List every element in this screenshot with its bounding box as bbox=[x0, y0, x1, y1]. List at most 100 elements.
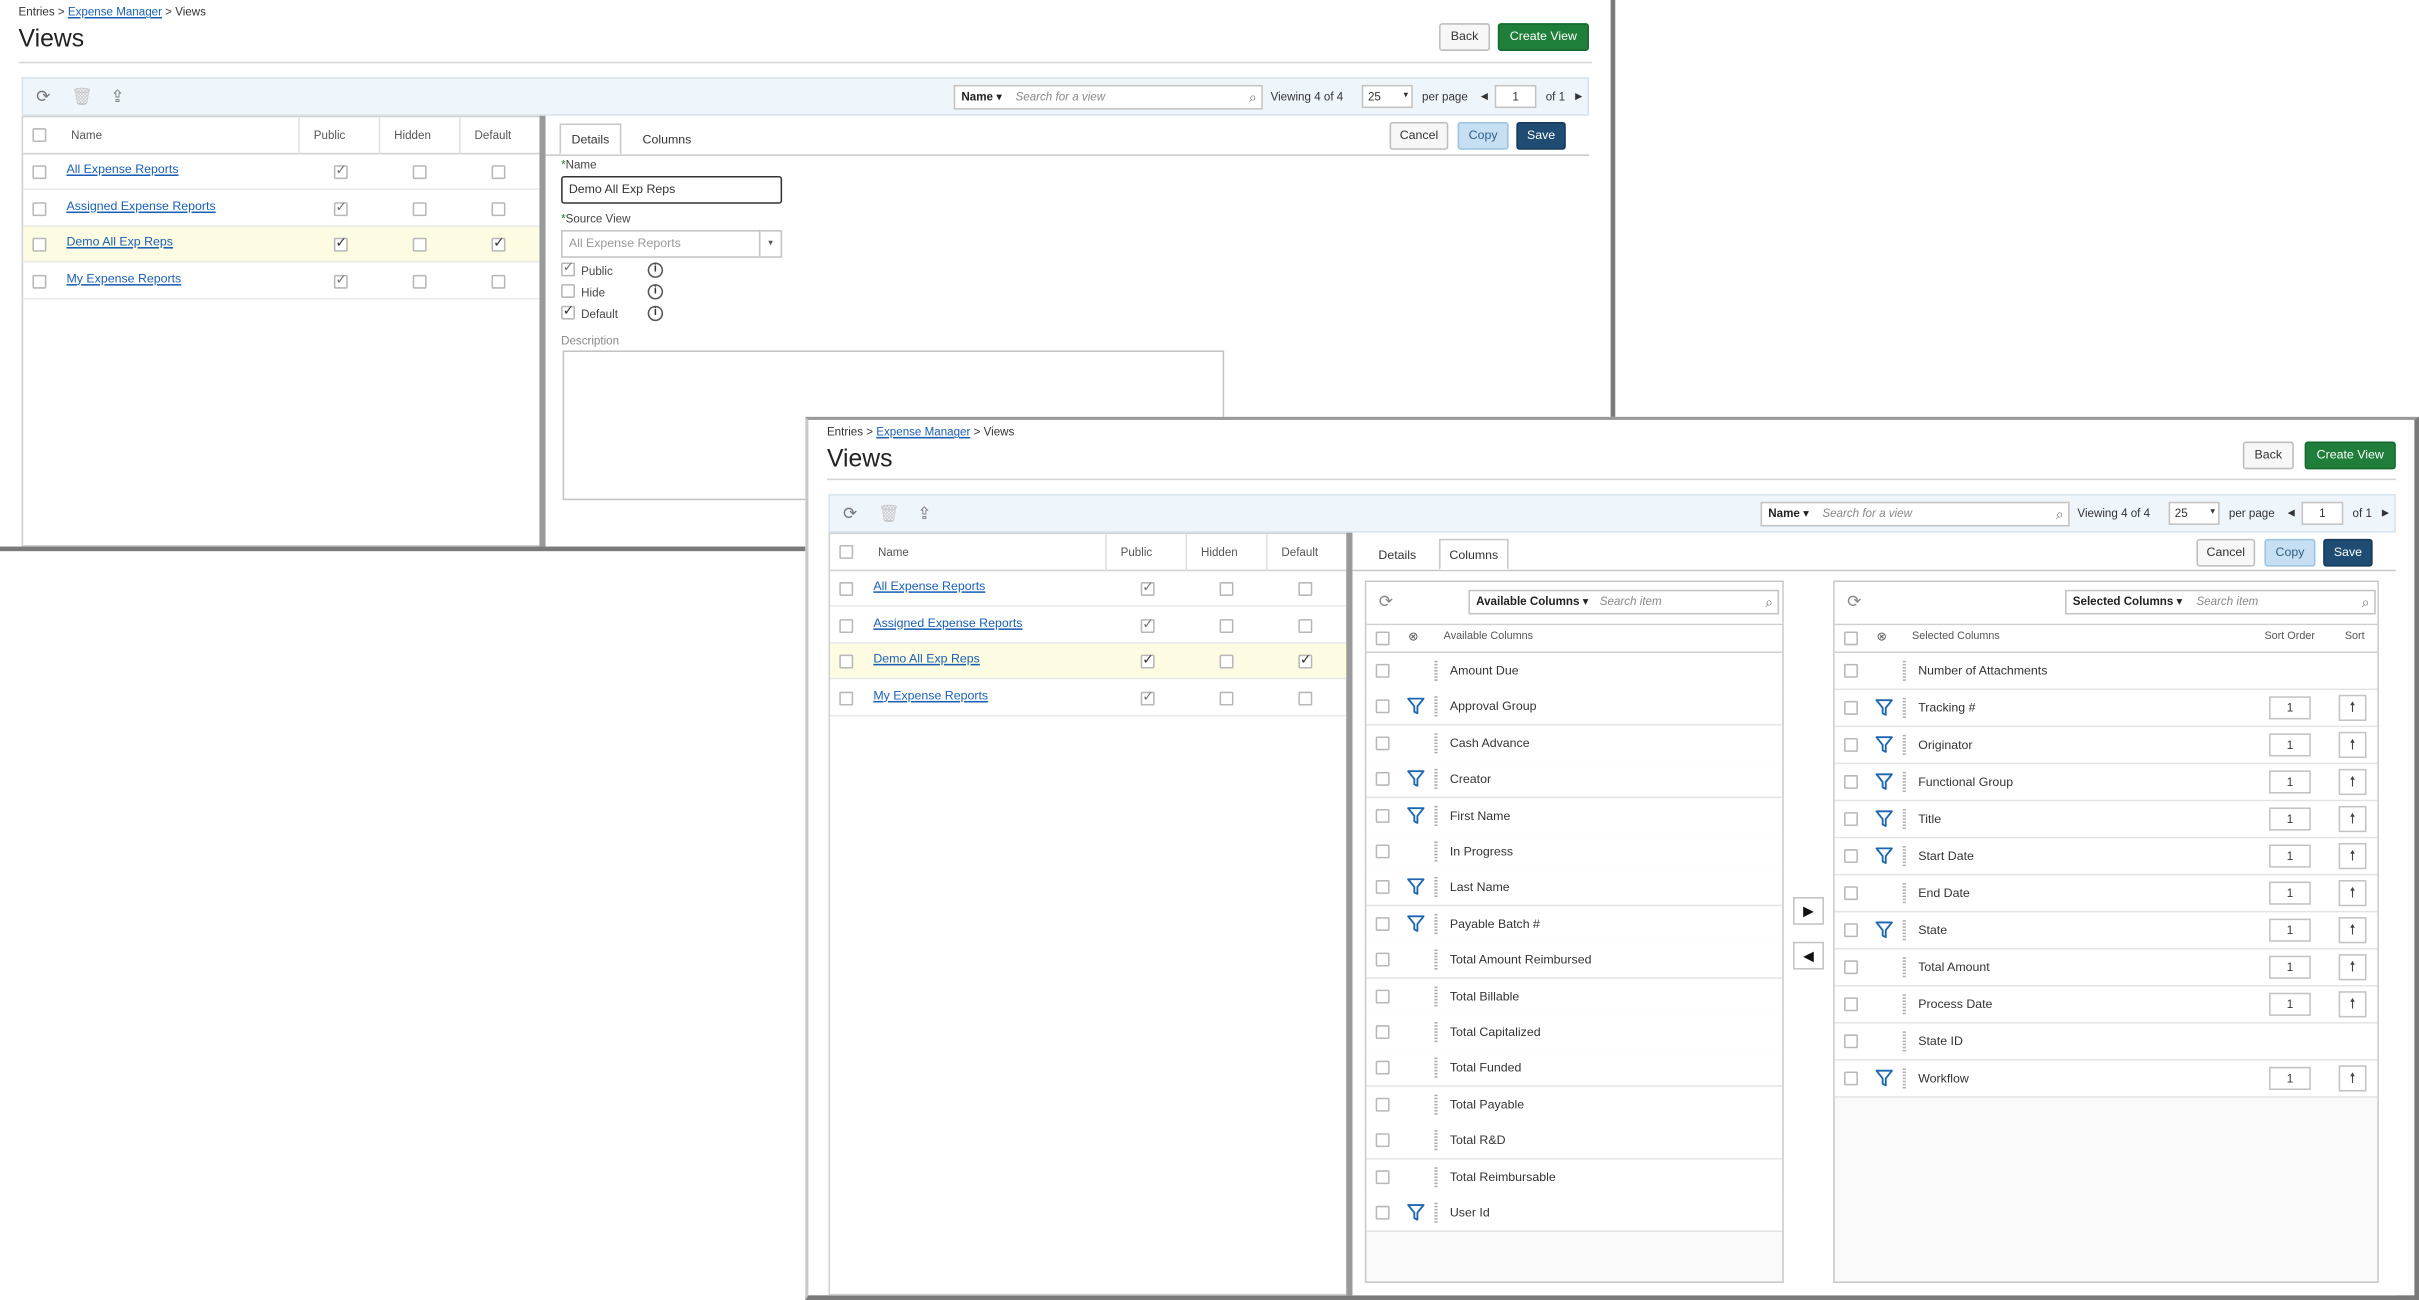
row-checkbox[interactable] bbox=[1375, 808, 1390, 823]
list-item[interactable]: Number of Attachments bbox=[1834, 653, 2378, 691]
save-button[interactable]: Save bbox=[2323, 538, 2373, 567]
view-search-box[interactable]: Name ▾ Search for a view ⌕ bbox=[953, 84, 1263, 110]
list-item[interactable]: Cash Advance bbox=[1366, 725, 1783, 763]
list-item[interactable]: Payable Batch # bbox=[1366, 905, 1783, 944]
table-row[interactable]: Demo All Exp Reps bbox=[830, 643, 1347, 680]
filter-icon[interactable] bbox=[1407, 914, 1426, 933]
row-checkbox[interactable] bbox=[1844, 886, 1858, 901]
sort-order-input[interactable]: 1 bbox=[2269, 733, 2311, 757]
row-checkbox[interactable] bbox=[1375, 952, 1390, 967]
drag-handle-icon[interactable] bbox=[1902, 734, 1906, 755]
drag-handle-icon[interactable] bbox=[1434, 949, 1438, 970]
row-checkbox[interactable] bbox=[1375, 736, 1390, 751]
list-item[interactable]: Approval Group bbox=[1366, 689, 1783, 727]
breadcrumb-expense-manager-link[interactable]: Expense Manager bbox=[68, 5, 162, 19]
drag-handle-icon[interactable] bbox=[1902, 957, 1906, 978]
table-row[interactable]: All Expense Reports bbox=[23, 154, 540, 190]
drag-handle-icon[interactable] bbox=[1902, 920, 1906, 941]
row-checkbox[interactable] bbox=[1375, 1205, 1390, 1220]
list-item[interactable]: Total R&D bbox=[1366, 1122, 1783, 1160]
sort-direction-button[interactable]: 🠕 bbox=[2338, 731, 2367, 759]
default-info-icon[interactable]: i bbox=[647, 305, 664, 322]
copy-button[interactable]: Copy bbox=[2264, 538, 2316, 567]
refresh-icon[interactable]: ⟳ bbox=[32, 86, 54, 108]
view-name-link[interactable]: My Expense Reports bbox=[873, 688, 988, 702]
list-item[interactable]: Total Reimbursable bbox=[1366, 1158, 1783, 1196]
drag-handle-icon[interactable] bbox=[1434, 696, 1438, 717]
prev-page-icon[interactable]: ◀ bbox=[1481, 91, 1488, 102]
create-view-button[interactable]: Create View bbox=[1497, 23, 1589, 51]
filter-icon[interactable] bbox=[1875, 698, 1894, 717]
col-header-public[interactable]: Public bbox=[1121, 545, 1153, 559]
drag-handle-icon[interactable] bbox=[1434, 660, 1438, 681]
search-input[interactable]: Search for a view bbox=[1822, 503, 1912, 525]
hide-checkbox[interactable] bbox=[561, 284, 576, 298]
list-item[interactable]: Originator 1 🠕 bbox=[1834, 727, 2378, 765]
filter-icon[interactable] bbox=[1407, 805, 1426, 824]
drag-handle-icon[interactable] bbox=[1434, 1202, 1438, 1223]
list-item[interactable]: In Progress bbox=[1366, 833, 1783, 871]
drag-handle-icon[interactable] bbox=[1902, 809, 1906, 830]
breadcrumb-expense-manager-link[interactable]: Expense Manager bbox=[876, 425, 970, 439]
back-button[interactable]: Back bbox=[2242, 441, 2294, 470]
row-checkbox[interactable] bbox=[1844, 1034, 1858, 1049]
drag-handle-icon[interactable] bbox=[1434, 1022, 1438, 1043]
page-input[interactable]: 1 bbox=[1494, 84, 1537, 109]
row-checkbox[interactable] bbox=[32, 274, 47, 288]
public-info-icon[interactable]: i bbox=[647, 262, 664, 278]
list-item[interactable]: Functional Group 1 🠕 bbox=[1834, 764, 2378, 802]
default-checkbox[interactable] bbox=[561, 303, 576, 320]
sort-order-input[interactable]: 1 bbox=[2269, 807, 2311, 831]
back-button[interactable]: Back bbox=[1439, 23, 1491, 51]
sort-direction-button[interactable]: 🠕 bbox=[2338, 805, 2367, 833]
list-item[interactable]: Start Date 1 🠕 bbox=[1834, 838, 2378, 876]
row-checkbox[interactable] bbox=[1375, 1025, 1390, 1040]
available-search-box[interactable]: Available Columns ▾ Search item ⌕ bbox=[1468, 589, 1780, 615]
available-search-input[interactable]: Search item bbox=[1600, 591, 1662, 613]
col-header-hidden[interactable]: Hidden bbox=[394, 128, 431, 142]
sort-direction-button[interactable]: 🠕 bbox=[2338, 694, 2367, 722]
list-item[interactable]: Last Name bbox=[1366, 869, 1783, 907]
sort-direction-button[interactable]: 🠕 bbox=[2338, 880, 2367, 907]
copy-button[interactable]: Copy bbox=[1457, 121, 1509, 150]
drag-handle-icon[interactable] bbox=[1434, 769, 1438, 790]
refresh-icon[interactable]: ⟳ bbox=[839, 503, 861, 525]
sort-direction-button[interactable]: 🠕 bbox=[2338, 842, 2367, 870]
col-header-hidden[interactable]: Hidden bbox=[1201, 545, 1238, 559]
select-all-checkbox[interactable] bbox=[32, 128, 47, 143]
table-row[interactable]: Assigned Expense Reports bbox=[23, 191, 540, 227]
drag-handle-icon[interactable] bbox=[1434, 877, 1438, 898]
list-item[interactable]: User Id bbox=[1366, 1194, 1783, 1233]
clear-filter-icon[interactable]: ⊗ bbox=[1408, 630, 1418, 644]
hide-info-icon[interactable]: i bbox=[647, 284, 664, 300]
sort-order-input[interactable]: 1 bbox=[2269, 881, 2311, 905]
row-checkbox[interactable] bbox=[1375, 844, 1390, 859]
row-checkbox[interactable] bbox=[839, 618, 854, 633]
per-page-select[interactable]: 25 ▾ bbox=[2168, 501, 2220, 525]
select-all-selected-checkbox[interactable] bbox=[1844, 631, 1858, 646]
search-field-dropdown[interactable]: Name ▾ bbox=[1768, 503, 1809, 525]
row-checkbox[interactable] bbox=[1375, 916, 1390, 931]
sort-direction-button[interactable]: 🠕 bbox=[2338, 1065, 2367, 1092]
table-row[interactable]: Demo All Exp Reps bbox=[23, 226, 540, 263]
row-checkbox[interactable] bbox=[839, 654, 854, 669]
row-checkbox[interactable] bbox=[1844, 1071, 1858, 1086]
row-checkbox[interactable] bbox=[1844, 663, 1858, 678]
drag-handle-icon[interactable] bbox=[1434, 913, 1438, 934]
list-item[interactable]: Total Amount 1 🠕 bbox=[1834, 949, 2378, 987]
next-page-icon[interactable]: ▶ bbox=[1575, 91, 1582, 102]
list-item[interactable]: Total Funded bbox=[1366, 1050, 1783, 1088]
next-page-icon[interactable]: ▶ bbox=[2382, 508, 2389, 518]
view-name-link[interactable]: Assigned Expense Reports bbox=[66, 198, 215, 212]
row-checkbox[interactable] bbox=[1375, 663, 1390, 678]
list-item[interactable]: End Date 1 🠕 bbox=[1834, 875, 2378, 913]
view-search-box[interactable]: Name ▾ Search for a view ⌕ bbox=[1760, 501, 2070, 527]
list-item[interactable]: Tracking # 1 🠕 bbox=[1834, 690, 2378, 728]
delete-icon[interactable]: 🗑 bbox=[878, 503, 900, 525]
row-checkbox[interactable] bbox=[1375, 772, 1390, 787]
drag-handle-icon[interactable] bbox=[1902, 771, 1906, 793]
row-checkbox[interactable] bbox=[1375, 1133, 1390, 1148]
row-checkbox[interactable] bbox=[1375, 1169, 1390, 1184]
sort-direction-button[interactable]: 🠕 bbox=[2338, 917, 2367, 944]
drag-handle-icon[interactable] bbox=[1902, 1031, 1906, 1052]
